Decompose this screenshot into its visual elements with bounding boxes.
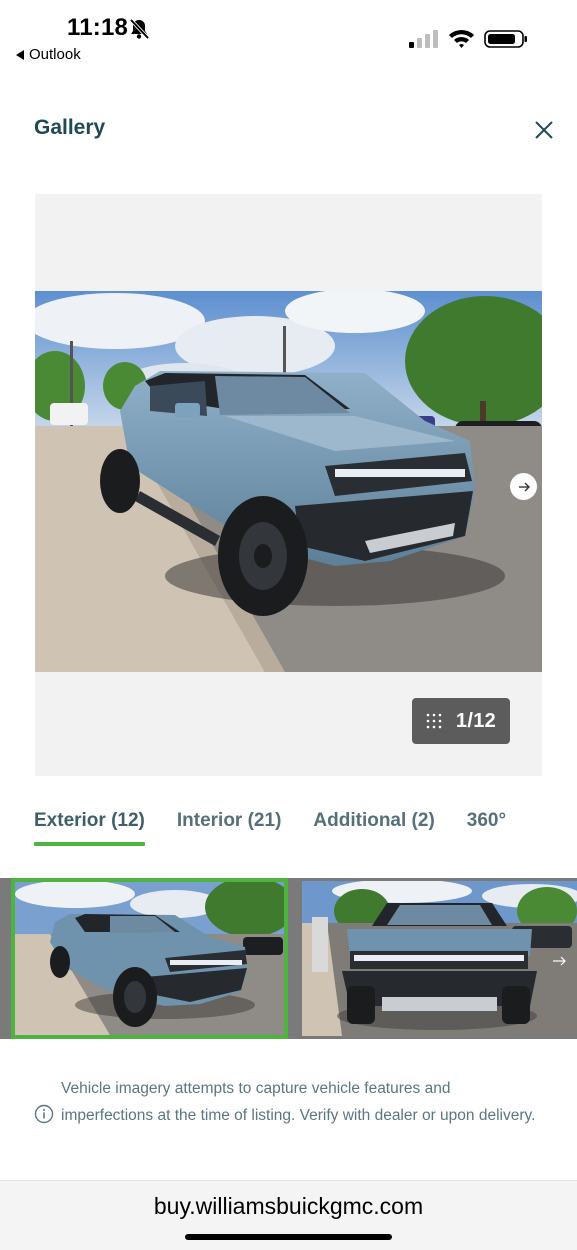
clock: 11:18 bbox=[67, 14, 129, 41]
tab-interior[interactable]: Interior (21) bbox=[177, 810, 282, 846]
thumbnail-1[interactable] bbox=[11, 878, 288, 1039]
arrow-right-icon[interactable] bbox=[551, 953, 567, 969]
thumbnail-1-image bbox=[15, 882, 284, 1035]
close-icon[interactable] bbox=[530, 116, 558, 144]
thumbnail-2-image bbox=[302, 881, 577, 1036]
imagery-disclaimer: Vehicle imagery attempts to capture vehi… bbox=[34, 1075, 544, 1129]
tab-additional[interactable]: Additional (2) bbox=[313, 810, 434, 846]
thumbnail-2[interactable] bbox=[302, 881, 577, 1036]
bell-slash-icon bbox=[129, 18, 150, 40]
vehicle-photo-illustration bbox=[35, 291, 542, 672]
browser-url-bar[interactable]: buy.williamsbuickgmc.com bbox=[0, 1180, 577, 1250]
image-viewer[interactable]: 1/12 bbox=[35, 194, 542, 776]
back-triangle-icon bbox=[16, 49, 24, 60]
image-counter-button[interactable]: 1/12 bbox=[412, 698, 510, 744]
tab-exterior[interactable]: Exterior (12) bbox=[34, 810, 145, 846]
disclaimer-text: Vehicle imagery attempts to capture vehi… bbox=[61, 1080, 536, 1124]
signal-icon bbox=[409, 30, 438, 48]
thumbnail-strip[interactable] bbox=[0, 878, 577, 1039]
image-counter-text: 1/12 bbox=[455, 709, 497, 732]
back-app-label: Outlook bbox=[29, 46, 81, 63]
url-text[interactable]: buy.williamsbuickgmc.com bbox=[0, 1193, 577, 1220]
wifi-icon bbox=[449, 29, 474, 48]
back-to-app-button[interactable]: Outlook bbox=[16, 46, 81, 63]
page-title: Gallery bbox=[34, 116, 106, 139]
grid-dots-icon bbox=[426, 713, 442, 729]
vehicle-main-photo[interactable] bbox=[35, 291, 542, 672]
arrow-right-icon bbox=[518, 482, 530, 491]
tab-360[interactable]: 360° bbox=[467, 810, 506, 846]
gallery-tabs: Exterior (12) Interior (21) Additional (… bbox=[34, 810, 538, 848]
home-indicator[interactable] bbox=[185, 1234, 392, 1240]
status-bar: 11:18 Outlook bbox=[0, 0, 577, 70]
battery-icon bbox=[484, 30, 527, 48]
info-icon bbox=[34, 1104, 54, 1124]
next-image-button[interactable] bbox=[510, 473, 537, 500]
